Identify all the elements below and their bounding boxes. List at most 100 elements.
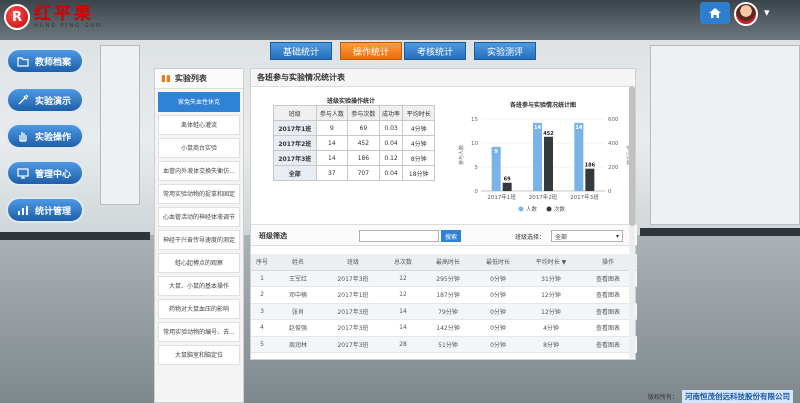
class-participation-chart: 各班参与实验情况统计图0510150200400600参与人数 参与次数96920… [458,101,631,213]
table-header-cell: 平均时长 [402,105,435,121]
experiment-item[interactable]: 血管内外液体交换失衡仿... [158,161,240,181]
experiment-item[interactable]: 常用实验动物的编号、去... [158,322,240,342]
table-cell: 0.04 [378,165,404,181]
chart-bar [533,123,542,191]
class-select-label: 班级选择： [515,234,546,241]
table-header-cell: 总次数 [383,254,423,271]
page-title: 各班参与实验情况统计表 [251,69,635,87]
experiment-list-panel: ▮▮ 实验列表 家兔失血性休克 离体蛙心灌流 小鼠商台实验 血管内外液体交换失衡… [154,68,244,403]
user-menu-caret-icon[interactable]: ▾ [764,6,770,19]
table-cell: 14 [383,319,423,337]
table-row: 2 邓中楠 2017年1班 12 187分钟 0分钟 12分钟 查看图表 [251,286,637,304]
folder-icon [16,54,30,68]
table-cell: 69 [347,120,380,136]
data-label: 452 [543,131,554,137]
experiment-item[interactable]: 心血管活动的神经体液调节 [158,207,240,227]
y2-tick-label: 400 [608,141,619,147]
nav-item-stats[interactable]: 统计管理 [6,197,84,223]
tab-experiment-evaluation[interactable]: 实验测评 [474,42,536,60]
nav-item-admin[interactable]: 管理中心 [6,160,84,186]
experiment-item[interactable]: 家兔失血性休克 [158,92,240,112]
home-icon [709,8,721,18]
table-cell: 12 [383,270,423,287]
table-cell: 452 [347,135,380,151]
tab-operation-stats[interactable]: 操作统计 [340,42,402,60]
class-select[interactable]: 全部 ▾ [551,230,623,242]
nav-item-label: 管理中心 [35,169,72,180]
y2-tick-label: 0 [608,189,612,195]
nav-item-operation[interactable]: 实验操作 [6,123,84,149]
table-cell: 707 [347,165,380,181]
legend-label: 人数 [526,205,538,213]
experiment-item[interactable]: 常用实验动物的捉拿和固定 [158,184,240,204]
table-cell: 18分钟 [402,165,435,181]
table-cell: 37 [315,165,349,181]
data-label: 186 [585,163,596,169]
experiment-item[interactable]: 神经干兴奋传导速度的测定 [158,230,240,250]
main-scrollbar[interactable] [629,86,635,358]
table-cell: 187分钟 [423,286,473,304]
table-cell: 3 [251,303,273,320]
table-cell: 4分钟 [402,120,435,136]
view-chart-link[interactable]: 查看图表 [596,309,620,316]
chart-bar [574,123,584,191]
class-stats-table: 班级 参与人数 参与次数 成功率 平均时长 2017年1班 9 69 0.03 … [273,105,435,181]
nav-item-label: 实验演示 [35,96,72,107]
y2-tick-label: 600 [608,117,619,123]
search-input[interactable] [359,230,439,242]
experiment-list-title: 实验列表 [174,74,207,83]
experiment-item[interactable]: 药物对大鼠血压的影响 [158,299,240,319]
hand-icon [16,129,30,143]
view-chart-link[interactable]: 查看图表 [596,342,620,349]
table-cell: 0分钟 [473,319,523,337]
table-cell: 0.12 [378,150,404,166]
table-row: 2017年1班 9 69 0.03 4分钟 [273,120,435,136]
chart-bar [502,182,512,191]
table-header-cell: 最高时长 [423,254,473,271]
legend-label: 次数 [554,205,566,213]
table-cell: 全部 [273,165,317,181]
scrollbar-thumb[interactable] [629,86,635,226]
lab-bench [0,232,150,240]
table-header-cell-sortable[interactable]: 平均时长 ▼ [523,254,579,271]
experiment-item[interactable]: 大鼠脑室和脑定位 [158,345,240,365]
chevron-down-icon: ▾ [615,232,619,240]
stats-table-title: 班级实验操作统计 [327,98,376,105]
view-chart-link[interactable]: 查看图表 [596,292,620,299]
user-avatar[interactable] [734,2,758,26]
table-cell: 张肖 [273,303,323,320]
tab-basic-stats[interactable]: 基础统计 [270,42,332,60]
table-cell: 79分钟 [423,303,473,320]
table-cell: 0分钟 [473,336,523,353]
chart-title: 各班参与实验情况统计图 [509,101,576,109]
table-cell: 31分钟 [523,270,579,287]
home-button[interactable] [700,2,730,24]
view-chart-link[interactable]: 查看图表 [596,325,620,332]
table-header-cell: 班级 [323,254,383,271]
nav-item-teacher-files[interactable]: 教师档案 [6,48,84,74]
experiment-item[interactable]: 离体蛙心灌流 [158,115,240,135]
table-row: 3 张肖 2017年3班 14 79分钟 0分钟 12分钟 查看图表 [251,303,637,320]
y-tick-label: 15 [471,117,478,123]
tab-exam-stats[interactable]: 考核统计 [404,42,466,60]
monitor-icon [16,166,30,180]
view-chart-link[interactable]: 查看图表 [596,276,620,283]
nav-item-demo[interactable]: 实验演示 [6,87,84,113]
table-cell: 2017年3班 [323,336,383,353]
legend-marker [546,206,552,212]
syringe-icon [16,93,30,107]
nav-item-label: 统计管理 [35,206,72,217]
footer: 版权所有： 河南恒茂创远科技股份有限公司 [648,389,794,403]
table-header-cell: 参与人数 [315,105,349,121]
brand-logo: R 红平果 HONG PING GUO [4,2,124,32]
experiment-item[interactable]: 蛙心起搏点的观察 [158,253,240,273]
experiment-item[interactable]: 小鼠商台实验 [158,138,240,158]
table-cell: 51分钟 [423,336,473,353]
table-cell: 2017年3班 [323,319,383,337]
table-cell: 186 [347,150,380,166]
search-button[interactable]: 搜索 [441,230,461,242]
experiment-item[interactable]: 大鼠、小鼠的基本操作 [158,276,240,296]
table-row: 全部 37 707 0.04 18分钟 [273,165,435,181]
table-cell: 2 [251,286,273,304]
table-cell: 142分钟 [423,319,473,337]
